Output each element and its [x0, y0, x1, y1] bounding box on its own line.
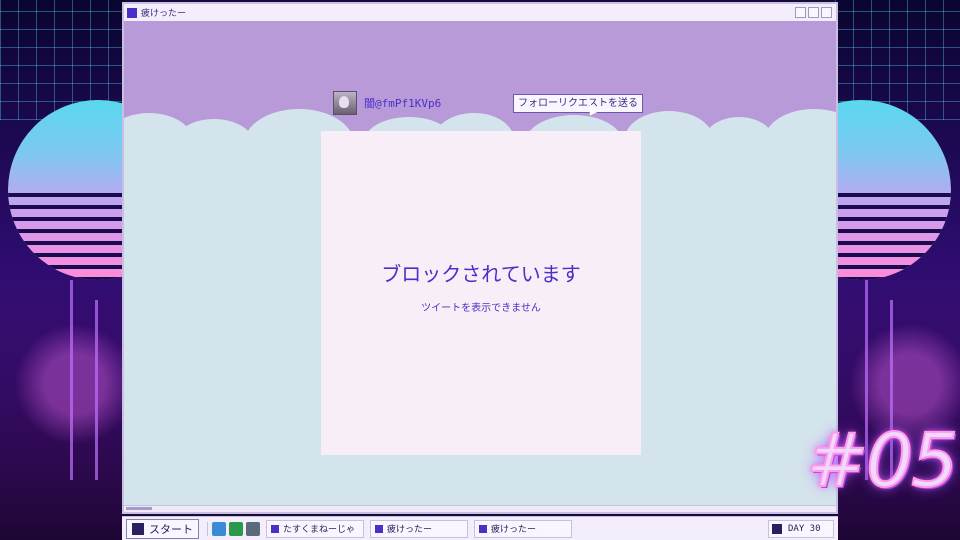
minimize-button[interactable] — [795, 7, 806, 18]
maximize-button[interactable] — [808, 7, 819, 18]
blocked-title: ブロックされています — [381, 262, 581, 286]
blocked-panel: ブロックされています ツイートを表示できません — [321, 131, 641, 455]
machine-silhouette — [0, 280, 125, 540]
window-title: 疲けったー — [141, 9, 187, 19]
quick-launch — [207, 521, 260, 536]
start-button[interactable]: スタート — [126, 518, 199, 539]
taskbar-item-task-manager[interactable]: たすくまねーじゃ — [266, 519, 364, 538]
app-window: 疲けったー 闇@fmPf1KVp6 フォローリクエストを送る ブロックされていま… — [122, 2, 838, 514]
window-controls — [795, 7, 832, 18]
day-label: DAY 30 — [788, 523, 821, 534]
profile-view: 闇@fmPf1KVp6 フォローリクエストを送る ブロックされています ツイート… — [124, 21, 836, 506]
taskbar-item-label: 疲けったー — [387, 525, 433, 535]
window-icon — [479, 524, 487, 533]
window-icon — [271, 524, 279, 533]
title-bar[interactable]: 疲けったー — [124, 4, 836, 22]
clock-icon — [772, 523, 782, 534]
day-counter: DAY 30 — [768, 519, 834, 538]
follow-request-button[interactable]: フォローリクエストを送る — [513, 94, 643, 113]
cable — [70, 280, 73, 480]
user-handle: 闇@fmPf1KVp6 — [364, 97, 442, 110]
window-icon — [375, 524, 383, 533]
blocked-subtitle: ツイートを表示できません — [421, 303, 541, 314]
taskbar-item-app[interactable]: 疲けったー — [370, 519, 468, 538]
avatar[interactable] — [333, 91, 357, 115]
taskbar: スタート たすくまねーじゃ 疲けったー 疲けったー DAY 30 — [122, 516, 838, 540]
monitor-app-icon[interactable] — [246, 521, 260, 536]
bird-app-icon[interactable] — [212, 521, 226, 536]
episode-number: #05 — [805, 417, 959, 505]
start-label: スタート — [149, 522, 193, 536]
profile-header: 闇@fmPf1KVp6 — [333, 91, 441, 115]
retro-sun — [8, 100, 125, 280]
retro-sun — [835, 100, 951, 280]
taskbar-item-app[interactable]: 疲けったー — [474, 519, 572, 538]
taskbar-item-label: たすくまねーじゃ — [283, 525, 356, 535]
cable — [95, 300, 98, 480]
close-button[interactable] — [821, 7, 832, 18]
horizontal-scrollbar[interactable] — [124, 505, 836, 512]
scroll-thumb[interactable] — [126, 507, 152, 510]
chat-app-icon[interactable] — [229, 521, 243, 536]
background-left — [0, 0, 125, 540]
app-icon — [127, 7, 137, 18]
start-logo-icon — [132, 522, 144, 535]
taskbar-item-label: 疲けったー — [491, 525, 537, 535]
cloud — [174, 119, 254, 169]
